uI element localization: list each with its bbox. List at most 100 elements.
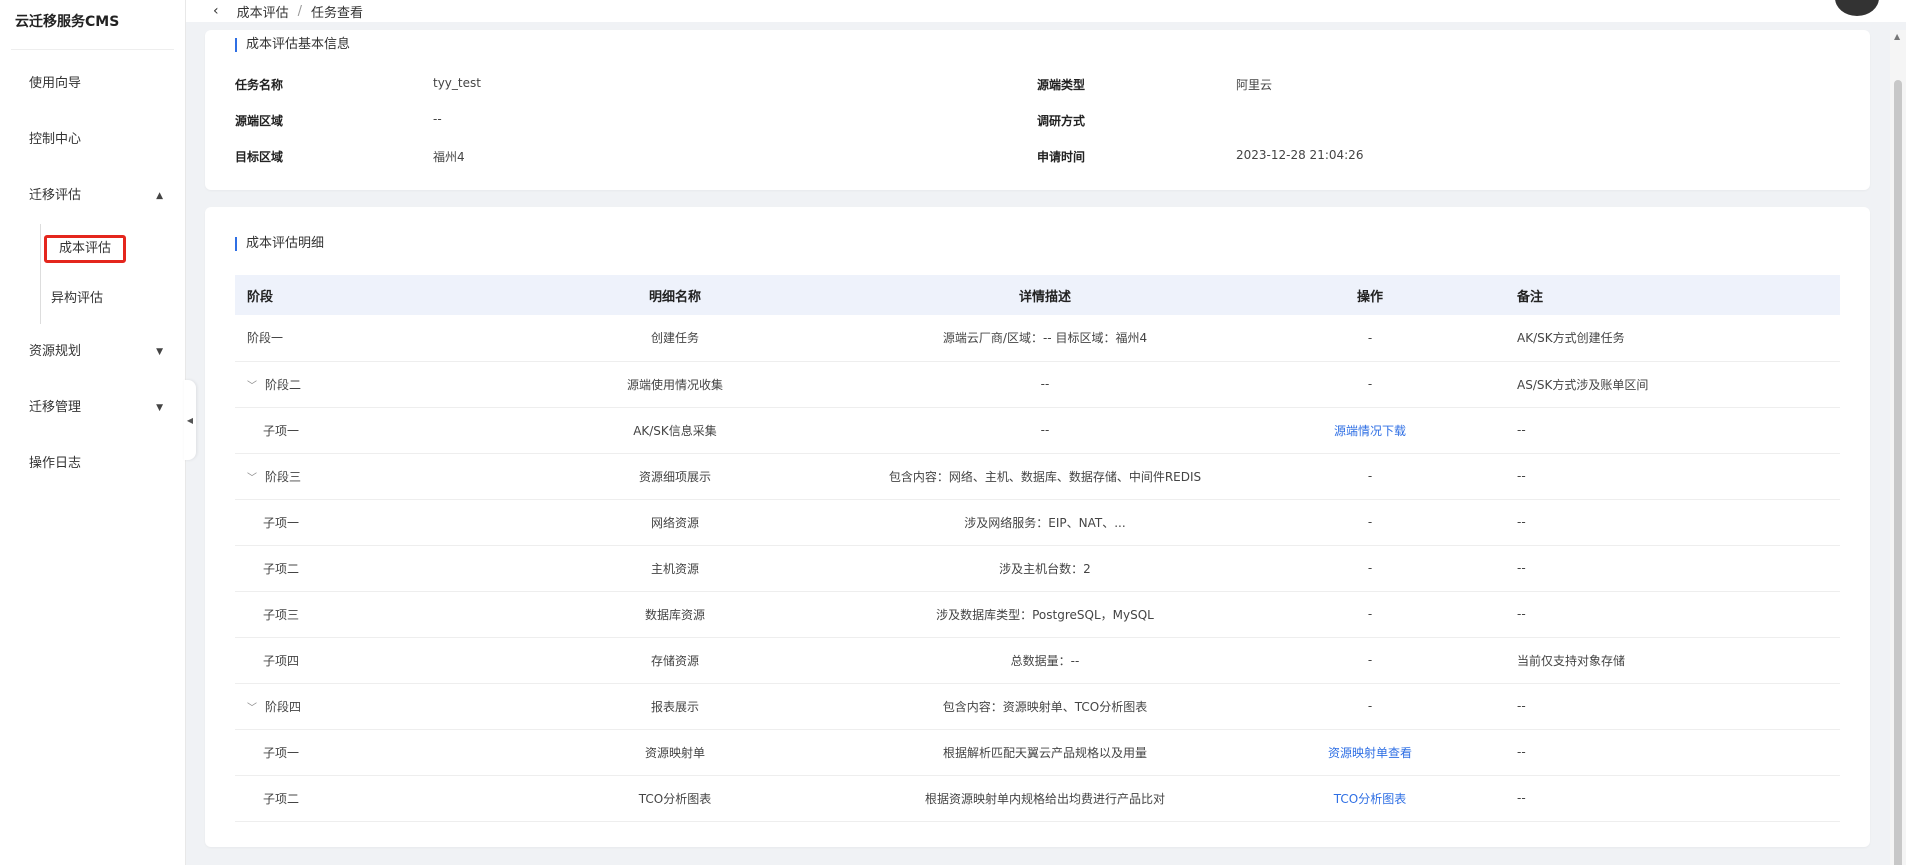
- breadcrumb-item-task-view: 任务查看: [311, 5, 364, 21]
- sidebar-item-guide[interactable]: 使用向导: [0, 56, 185, 112]
- sidebar-item-label: 操作日志: [29, 456, 82, 471]
- table-row: ﹀ 阶段三 资源细项展示 包含内容：网络、主机、数据库、数据存储、中间件REDIS - -…: [235, 453, 1840, 500]
- sidebar-subitem-label: 成本评估: [44, 235, 127, 263]
- detail-card: 成本评估明细 阶段 明细名称 详情描述 操作 备注 阶段一 创建任务 源端云厂商/区…: [205, 207, 1870, 847]
- sidebar-item-resource-planning[interactable]: 资源规划 ▼: [0, 324, 185, 380]
- field-value-source-type: 阿里云: [1236, 78, 1273, 92]
- cell-name: AK/SK信息采集: [495, 407, 855, 454]
- field-label-task-name: 任务名称: [235, 78, 284, 92]
- section-title-basic-info: 成本评估基本信息: [235, 38, 350, 52]
- action-placeholder: -: [1367, 515, 1373, 529]
- breadcrumb-item-cost-assessment[interactable]: 成本评估: [237, 2, 289, 21]
- scrollbar[interactable]: ▲: [1890, 30, 1906, 865]
- cell-remark: --: [1505, 729, 1840, 776]
- field-value-task-name: tyy_test: [433, 76, 481, 90]
- cell-action: -: [1235, 499, 1505, 546]
- sidebar-collapse-handle[interactable]: ◀: [184, 380, 196, 460]
- cell-stage: ﹀ 阶段三: [235, 453, 495, 500]
- column-header-description: 详情描述: [1018, 289, 1071, 305]
- sidebar-item-migration-assessment[interactable]: 迁移评估 ▲: [0, 168, 185, 224]
- cell-stage: 阶段一: [235, 315, 495, 362]
- brand-title: 云迁移服务CMS: [11, 0, 174, 50]
- cell-description: 涉及网络服务：EIP、NAT、...: [855, 499, 1235, 546]
- breadcrumb-separator: /: [297, 3, 303, 19]
- action-link[interactable]: 资源映射单查看: [1328, 746, 1412, 760]
- stage-label: 子项一: [263, 745, 300, 760]
- field-value-source-region: --: [433, 112, 442, 126]
- column-header-remark: 备注: [1517, 289, 1544, 305]
- cell-description: 包含内容：网络、主机、数据库、数据存储、中间件REDIS: [855, 453, 1235, 500]
- field-label-source-type: 源端类型: [1037, 78, 1086, 92]
- action-link[interactable]: TCO分析图表: [1334, 792, 1406, 806]
- cell-stage: 子项一: [235, 499, 495, 546]
- stage-label: 阶段一: [247, 331, 284, 346]
- table-header-row: 阶段 明细名称 详情描述 操作 备注: [235, 275, 1840, 315]
- cell-stage: 子项一: [235, 729, 495, 776]
- field-label-target-region: 目标区域: [235, 150, 284, 164]
- table-row: 子项一 AK/SK信息采集 -- 源端情况下载 --: [235, 407, 1840, 454]
- cell-description: --: [855, 361, 1235, 408]
- table-row: 子项四 存储资源 总数据量：-- - 当前仅支持对象存储: [235, 637, 1840, 684]
- table-row: 子项二 主机资源 涉及主机台数：2- --: [235, 545, 1840, 592]
- sidebar-subgroup: 成本评估 异构评估: [40, 224, 185, 324]
- sidebar: 云迁移服务CMS 使用向导 控制中心 迁移评估 ▲ 成本评估 异构评估 资源规划…: [0, 0, 186, 865]
- cell-action: -: [1235, 683, 1505, 730]
- cell-remark: --: [1505, 545, 1840, 592]
- sidebar-subitem-label: 异构评估: [51, 291, 104, 306]
- cell-action: -: [1235, 453, 1505, 500]
- action-placeholder: -: [1367, 377, 1373, 391]
- field-value-target-region: 福州4: [433, 150, 465, 164]
- caret-down-icon: ▼: [156, 403, 163, 413]
- table-row: 子项二 TCO分析图表 根据资源映射单内规格给出均费进行产品比对 TCO分析图表 --: [235, 775, 1840, 822]
- sidebar-item-operation-log[interactable]: 操作日志: [0, 436, 185, 492]
- cell-action: -: [1235, 315, 1505, 362]
- cell-stage: 子项二: [235, 545, 495, 592]
- cell-remark: --: [1505, 775, 1840, 822]
- cell-action: TCO分析图表: [1235, 775, 1505, 822]
- cell-description: 涉及数据库类型：PostgreSQL，MySQL: [855, 591, 1235, 638]
- expand-chevron-icon[interactable]: ﹀: [247, 377, 265, 392]
- sidebar-item-migration-management[interactable]: 迁移管理 ▼: [0, 380, 185, 436]
- cell-name: TCO分析图表: [495, 775, 855, 822]
- table-row: 子项一 网络资源 涉及网络服务：EIP、NAT、... - --: [235, 499, 1840, 546]
- expand-chevron-icon[interactable]: ﹀: [247, 699, 265, 714]
- action-placeholder: -: [1367, 561, 1373, 575]
- basic-info-card: 成本评估基本信息 任务名称 tyy_test 源端类型 阿里云 源端区域 -- …: [205, 30, 1870, 190]
- sidebar-item-label: 迁移评估: [29, 188, 82, 203]
- cell-action: 源端情况下载: [1235, 407, 1505, 454]
- table-row: ﹀ 阶段二 源端使用情况收集 -- - AS/SK方式涉及账单区间: [235, 361, 1840, 408]
- cell-description: 根据资源映射单内规格给出均费进行产品比对: [855, 775, 1235, 822]
- scroll-up-icon[interactable]: ▲: [1894, 32, 1900, 41]
- cell-stage: 子项一: [235, 407, 495, 454]
- cell-remark: --: [1505, 591, 1840, 638]
- table-row: 子项三 数据库资源 涉及数据库类型：PostgreSQL，MySQL - --: [235, 591, 1840, 638]
- cell-name: 网络资源: [495, 499, 855, 546]
- caret-down-icon: ▼: [156, 347, 163, 357]
- cell-action: -: [1235, 545, 1505, 592]
- back-icon[interactable]: ‹: [213, 3, 219, 19]
- action-placeholder: -: [1367, 469, 1373, 483]
- column-header-name: 明细名称: [648, 289, 701, 305]
- chevron-left-icon: ◀: [186, 415, 194, 425]
- caret-up-icon: ▲: [156, 191, 163, 201]
- stage-label: 子项三: [263, 607, 300, 622]
- expand-chevron-icon[interactable]: ﹀: [247, 469, 265, 484]
- cell-action: -: [1235, 637, 1505, 684]
- sidebar-item-console[interactable]: 控制中心: [0, 112, 185, 168]
- cell-description: 源端云厂商/区域：-- 目标区域：福州4: [855, 315, 1235, 362]
- cell-description: 包含内容：资源映射单、TCO分析图表: [855, 683, 1235, 730]
- action-link[interactable]: 源端情况下载: [1334, 424, 1406, 438]
- field-value-apply-time: 2023-12-28 21:04:26: [1236, 148, 1364, 162]
- sidebar-subitem-heterogeneous-assessment[interactable]: 异构评估: [41, 274, 185, 324]
- section-title-detail: 成本评估明细: [235, 237, 324, 251]
- cell-remark: --: [1505, 453, 1840, 500]
- action-placeholder: -: [1367, 330, 1373, 345]
- cell-remark: --: [1505, 683, 1840, 730]
- scrollbar-thumb[interactable]: [1894, 80, 1902, 865]
- column-header-stage: 阶段: [247, 289, 274, 305]
- sidebar-subitem-cost-assessment[interactable]: 成本评估: [41, 224, 185, 274]
- cell-remark: --: [1505, 407, 1840, 454]
- field-label-survey-method: 调研方式: [1037, 114, 1086, 128]
- action-placeholder: -: [1367, 607, 1373, 621]
- sidebar-item-label: 控制中心: [29, 132, 82, 147]
